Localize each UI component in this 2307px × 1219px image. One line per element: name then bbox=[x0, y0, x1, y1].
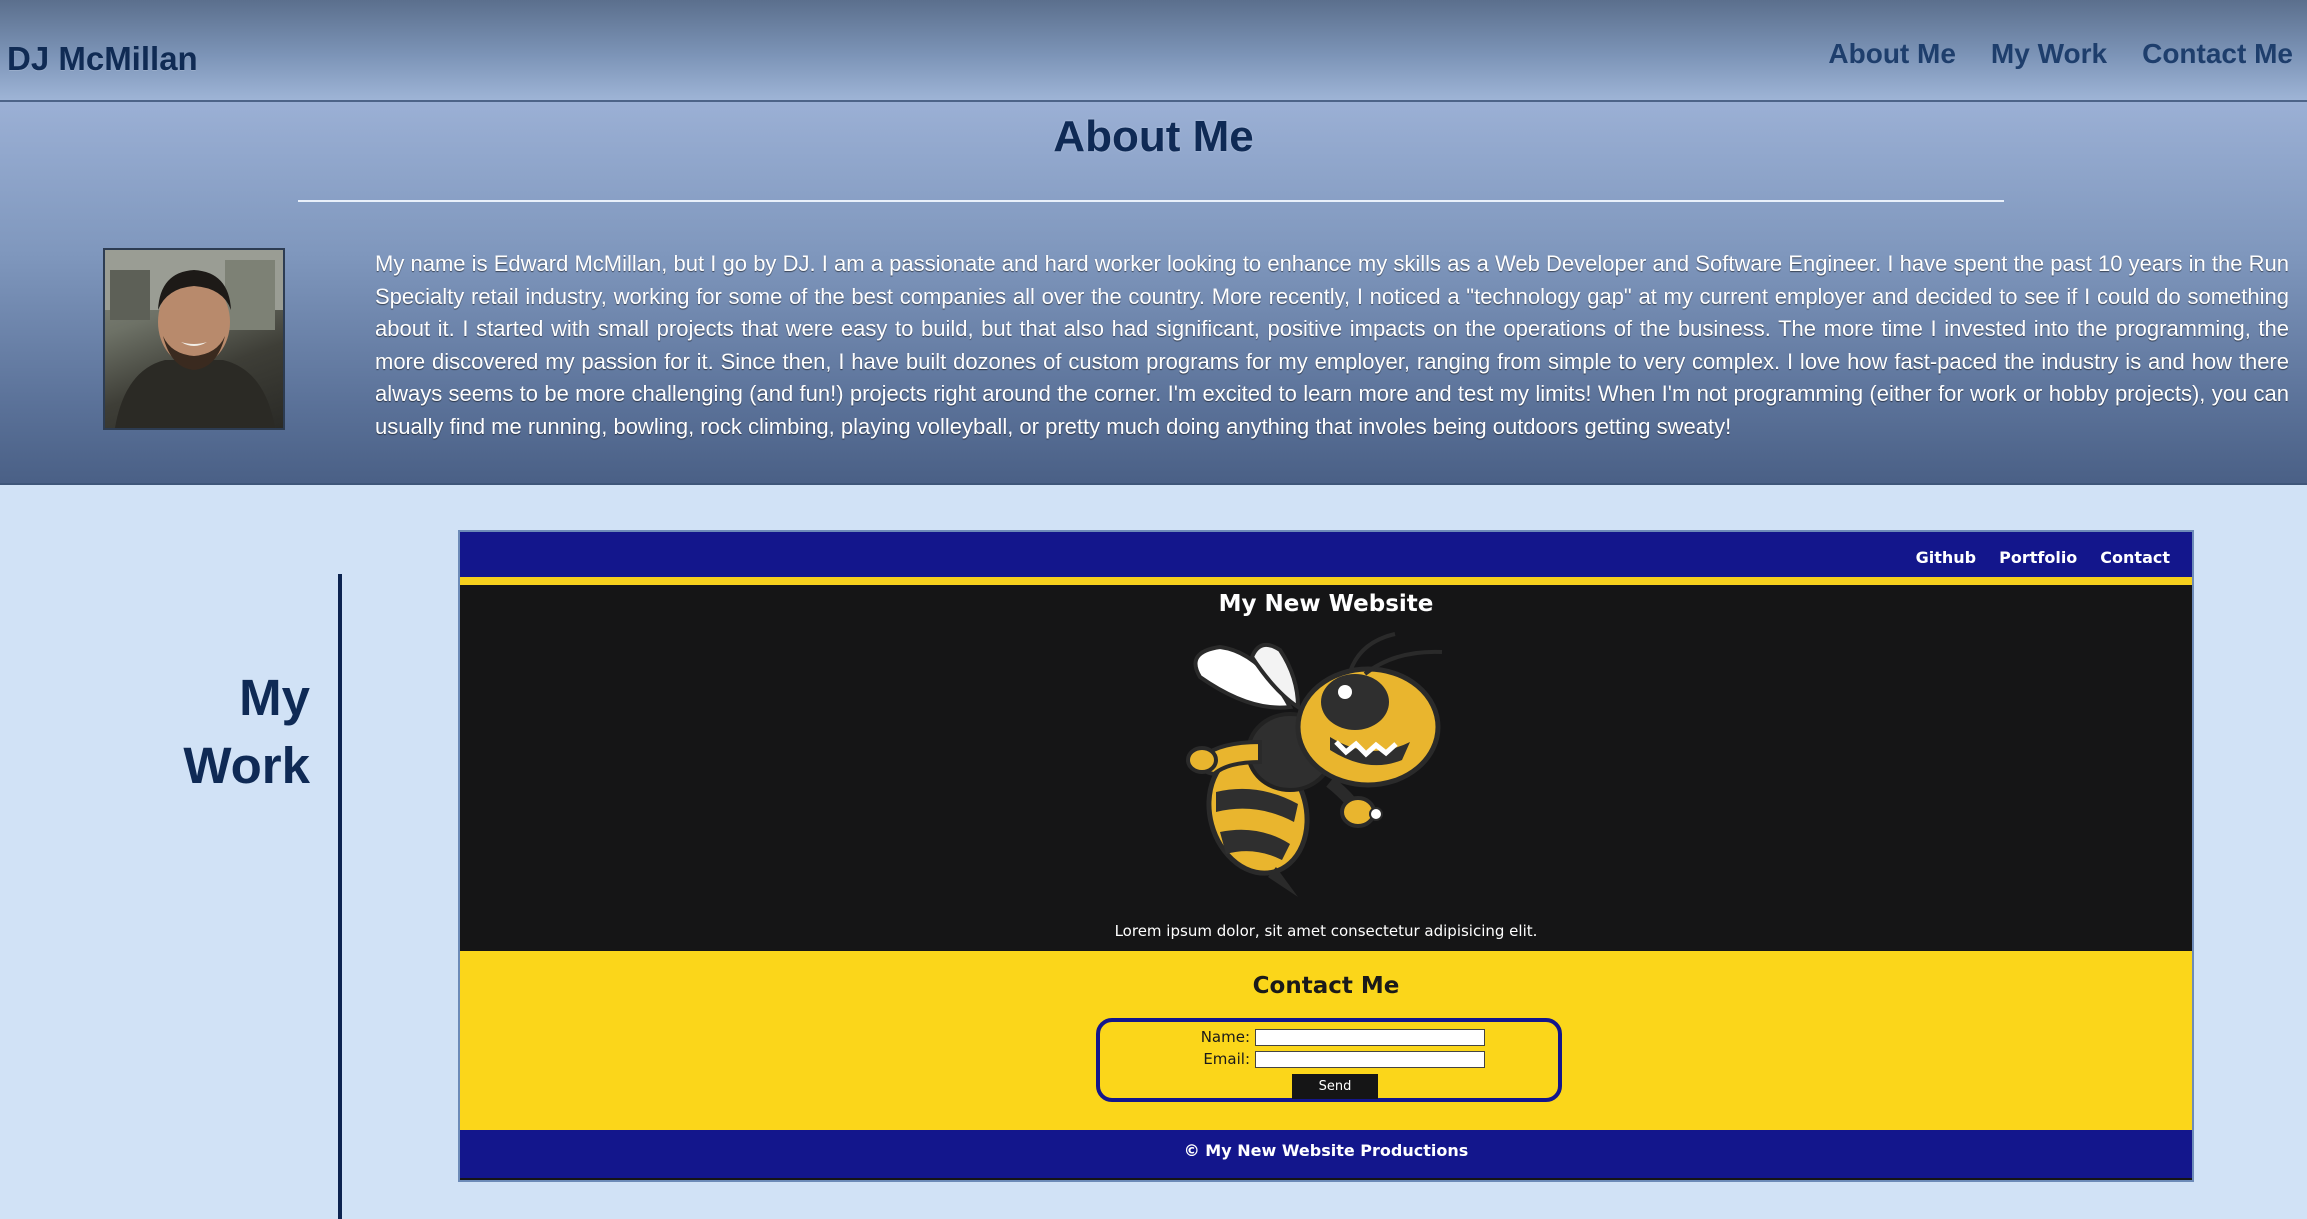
preview-hero: My New Website Lorem ipsum dolor, sit am… bbox=[460, 585, 2192, 951]
profile-photo bbox=[103, 248, 285, 430]
preview-contact-title: Contact Me bbox=[1252, 973, 1400, 999]
nav-link-about-me[interactable]: About Me bbox=[1828, 38, 1956, 70]
nav-link-my-work[interactable]: My Work bbox=[1991, 38, 2107, 70]
main-nav: About Me My Work Contact Me bbox=[1828, 38, 2293, 70]
preview-name-label: Name: bbox=[1200, 1028, 1250, 1046]
preview-footer: © My New Website Productions bbox=[460, 1130, 2192, 1180]
project-preview-screenshot[interactable]: Github Portfolio Contact My New Website bbox=[458, 530, 2194, 1182]
person-portrait-icon bbox=[105, 250, 283, 428]
preview-email-label: Email: bbox=[1203, 1050, 1250, 1068]
my-work-title-line-2: Work bbox=[183, 737, 310, 794]
preview-contact-form: Name: Email: Send bbox=[1096, 1018, 1562, 1102]
about-section: About Me My name is Edward McMillan, but… bbox=[0, 102, 2307, 485]
nav-link-contact-me[interactable]: Contact Me bbox=[2142, 38, 2293, 70]
preview-nav-contact[interactable]: Contact bbox=[2100, 548, 2170, 567]
my-work-title-line-1: My bbox=[239, 669, 310, 726]
preview-lorem-text: Lorem ipsum dolor, sit amet consectetur … bbox=[1114, 922, 1538, 940]
my-work-title: My Work bbox=[120, 664, 310, 800]
preview-email-row: Email: bbox=[1158, 1050, 1485, 1068]
brand-name[interactable]: DJ McMillan bbox=[7, 40, 198, 78]
preview-footer-text: © My New Website Productions bbox=[1183, 1141, 1469, 1160]
about-bio: My name is Edward McMillan, but I go by … bbox=[375, 251, 2289, 439]
preview-name-row: Name: bbox=[1158, 1028, 1485, 1046]
preview-email-input[interactable] bbox=[1255, 1050, 1485, 1068]
about-divider bbox=[298, 200, 2004, 202]
preview-send-button[interactable]: Send bbox=[1292, 1074, 1378, 1099]
preview-nav-portfolio[interactable]: Portfolio bbox=[1999, 548, 2077, 567]
preview-contact-section: Contact Me Name: Email: Send bbox=[460, 951, 2192, 1130]
preview-navbar: Github Portfolio Contact bbox=[460, 532, 2192, 585]
preview-site-title: My New Website bbox=[1218, 591, 1434, 617]
work-vertical-divider bbox=[338, 574, 342, 1219]
preview-name-input[interactable] bbox=[1255, 1028, 1485, 1046]
site-header: DJ McMillan About Me My Work Contact Me bbox=[0, 0, 2307, 102]
about-title: About Me bbox=[1053, 112, 1254, 161]
preview-nav-github[interactable]: Github bbox=[1916, 548, 1977, 567]
yellow-jacket-mascot-icon bbox=[1186, 632, 1443, 897]
preview-nav-links: Github Portfolio Contact bbox=[1916, 548, 2170, 567]
